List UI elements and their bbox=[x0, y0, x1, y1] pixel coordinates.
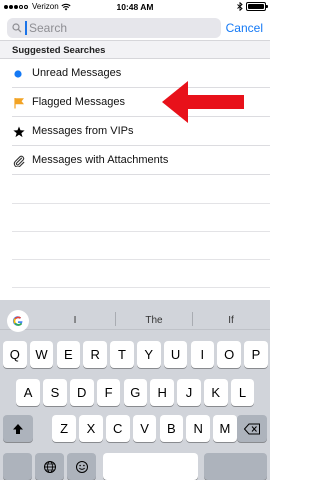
empty-row-divider bbox=[12, 231, 270, 232]
prediction-word[interactable]: The bbox=[145, 315, 162, 326]
search-input[interactable] bbox=[29, 20, 214, 36]
search-return-key[interactable] bbox=[204, 453, 267, 480]
suggestion-label: Unread Messages bbox=[32, 67, 122, 79]
globe-icon bbox=[43, 460, 56, 473]
key-n[interactable]: N bbox=[186, 415, 210, 442]
key-r[interactable]: R bbox=[83, 341, 107, 368]
suggested-searches-header: Suggested Searches bbox=[0, 40, 270, 59]
mail-search-screen: Verizon 10:48 AM Cancel bbox=[0, 0, 270, 480]
key-m[interactable]: M bbox=[213, 415, 237, 442]
empty-row-divider bbox=[12, 203, 270, 204]
emoji-key[interactable] bbox=[67, 453, 96, 480]
status-right bbox=[237, 2, 268, 11]
blue-dot-icon bbox=[14, 70, 22, 78]
suggestion-attachments[interactable]: Messages with Attachments bbox=[12, 146, 270, 175]
status-time: 10:48 AM bbox=[116, 2, 154, 12]
key-t[interactable]: T bbox=[110, 341, 134, 368]
key-p[interactable]: P bbox=[244, 341, 268, 368]
cancel-button[interactable]: Cancel bbox=[226, 21, 263, 35]
status-bar: Verizon 10:48 AM bbox=[0, 0, 270, 14]
suggestion-label: Flagged Messages bbox=[32, 96, 125, 108]
globe-key[interactable] bbox=[35, 453, 64, 480]
google-logo-icon[interactable] bbox=[7, 310, 29, 332]
key-h[interactable]: H bbox=[150, 379, 174, 406]
search-bar: Cancel bbox=[0, 14, 270, 40]
red-arrow-annotation bbox=[162, 81, 244, 123]
keyboard: I The If QWERTYUIOPASDFGHJKLZXCVBNM bbox=[0, 300, 270, 480]
key-q[interactable]: Q bbox=[3, 341, 27, 368]
key-e[interactable]: E bbox=[56, 341, 81, 368]
key-i[interactable]: I bbox=[190, 341, 215, 368]
key-a[interactable]: A bbox=[16, 379, 40, 406]
key-v[interactable]: V bbox=[132, 415, 157, 442]
empty-row-divider bbox=[12, 259, 270, 260]
key-l[interactable]: L bbox=[230, 379, 255, 406]
search-field[interactable] bbox=[7, 18, 221, 38]
key-b[interactable]: B bbox=[159, 415, 184, 442]
delete-key[interactable] bbox=[237, 415, 267, 442]
key-s[interactable]: S bbox=[43, 379, 67, 406]
key-o[interactable]: O bbox=[217, 341, 241, 368]
flag-icon bbox=[14, 98, 24, 109]
key-j[interactable]: J bbox=[177, 379, 201, 406]
prediction-word[interactable]: If bbox=[228, 315, 234, 326]
key-f[interactable]: F bbox=[96, 379, 121, 406]
key-y[interactable]: Y bbox=[137, 341, 161, 368]
empty-row-divider bbox=[12, 287, 270, 288]
search-icon bbox=[12, 23, 22, 33]
star-icon bbox=[13, 126, 25, 138]
shift-key[interactable] bbox=[3, 415, 33, 442]
key-d[interactable]: D bbox=[70, 379, 94, 406]
emoji-icon bbox=[75, 460, 88, 473]
key-k[interactable]: K bbox=[204, 379, 228, 406]
key-c[interactable]: C bbox=[106, 415, 130, 442]
space-key[interactable] bbox=[103, 453, 198, 480]
numbers-key[interactable] bbox=[3, 453, 32, 480]
battery-icon bbox=[246, 2, 268, 11]
key-z[interactable]: Z bbox=[52, 415, 76, 442]
key-w[interactable]: W bbox=[29, 341, 54, 368]
key-u[interactable]: U bbox=[163, 341, 188, 368]
prediction-word[interactable]: I bbox=[74, 315, 77, 326]
prediction-divider bbox=[192, 312, 193, 326]
backspace-icon bbox=[244, 423, 260, 434]
suggestion-label: Messages from VIPs bbox=[32, 125, 134, 137]
bluetooth-icon bbox=[237, 2, 243, 11]
paperclip-icon bbox=[13, 155, 25, 167]
section-title: Suggested Searches bbox=[12, 45, 106, 56]
prediction-bar: I The If bbox=[0, 300, 270, 332]
key-g[interactable]: G bbox=[123, 379, 148, 406]
prediction-divider bbox=[115, 312, 116, 326]
suggestion-label: Messages with Attachments bbox=[32, 154, 169, 166]
key-x[interactable]: X bbox=[79, 415, 103, 442]
text-cursor bbox=[25, 21, 27, 35]
shift-icon bbox=[13, 423, 23, 434]
